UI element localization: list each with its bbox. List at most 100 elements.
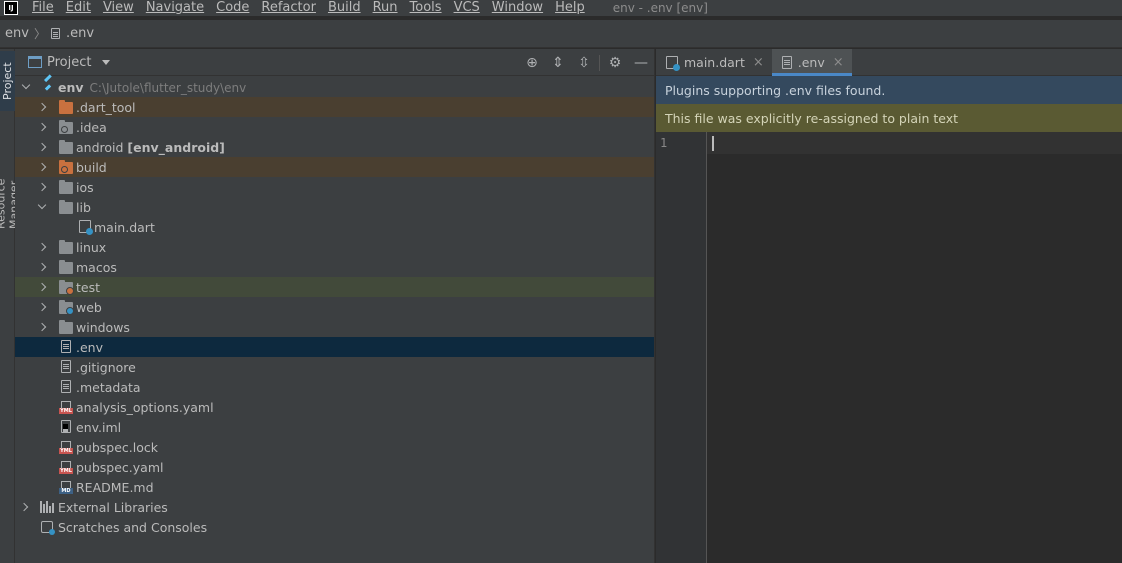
tree-folder-macos[interactable]: macos [15,257,654,277]
chevron-right-icon[interactable] [37,162,47,172]
tree-folder-build[interactable]: build [15,157,654,177]
tree-folder-android[interactable]: android [env_android] [15,137,654,157]
tree-folder-ios[interactable]: ios [15,177,654,197]
menu-window[interactable]: Window [492,1,543,15]
resource-manager-tool-button[interactable]: Resource Manager [0,129,21,229]
tree-item-label: pubspec.yaml [76,459,164,475]
tree-file-pubspec-lock[interactable]: YML pubspec.lock [15,437,654,457]
menu-run[interactable]: Run [373,1,398,15]
menu-tools[interactable]: Tools [410,1,442,15]
chevron-down-icon[interactable] [37,200,47,210]
tree-file-readme[interactable]: MD README.md [15,477,654,497]
chevron-right-icon[interactable] [37,302,47,312]
tree-item-label: build [76,159,107,175]
tree-item-label: web [76,299,102,315]
text-file-icon [61,380,71,393]
module-file-icon [61,420,71,433]
chevron-right-icon[interactable] [19,502,29,512]
project-panel: Project ⊕ ⇕ ⇳ ⚙ — env C:\Jutole\flutter_s… [15,49,655,563]
chevron-right-icon[interactable] [37,142,47,152]
tree-file-env[interactable]: .env [15,337,654,357]
project-tool-button[interactable]: Project [0,51,15,111]
yaml-file-icon: YML [59,441,73,454]
tree-file-metadata[interactable]: .metadata [15,377,654,397]
tree-external-libraries[interactable]: External Libraries [15,497,654,517]
menu-code[interactable]: Code [216,1,249,15]
menu-refactor[interactable]: Refactor [261,1,316,15]
tree-file-analysis-options[interactable]: YML analysis_options.yaml [15,397,654,417]
tree-item-label: ios [76,179,94,195]
intellij-logo-icon: IJ [0,0,22,16]
chevron-right-icon[interactable] [37,102,47,112]
tree-folder-lib[interactable]: lib [15,197,654,217]
tree-file-pubspec-yaml[interactable]: YML pubspec.yaml [15,457,654,477]
chevron-right-icon[interactable] [37,282,47,292]
breadcrumb-file[interactable]: .env [50,26,95,41]
plugin-suggestion-banner[interactable]: Plugins supporting .env files found. [656,76,1122,104]
excluded-folder-icon [59,160,73,174]
chevron-down-icon[interactable] [102,59,111,65]
tree-file-main-dart[interactable]: main.dart [15,217,654,237]
breadcrumb-file-label: .env [65,26,95,41]
tree-item-label: .dart_tool [76,99,136,115]
tree-scratches-consoles[interactable]: Scratches and Consoles [15,517,654,537]
menu-help[interactable]: Help [555,1,585,15]
plain-text-banner[interactable]: This file was explicitly re-assigned to … [656,104,1122,132]
tree-file-env-iml[interactable]: env.iml [15,417,654,437]
tab-main-dart[interactable]: main.dart × [656,49,772,75]
menu-build[interactable]: Build [328,1,361,15]
tree-item-label: .env [76,339,103,355]
tree-item-label: env.iml [76,419,122,435]
window-title: env - .env [env] [612,1,708,15]
code-editor[interactable]: 1 [656,132,1122,563]
gear-icon[interactable]: ⚙ [602,49,628,76]
web-folder-icon [59,300,74,315]
close-icon[interactable]: × [753,55,764,70]
locate-icon[interactable]: ⊕ [519,49,545,76]
yaml-file-icon: YML [59,401,73,414]
breadcrumb-root[interactable]: env [5,26,29,41]
expand-all-icon[interactable]: ⇕ [545,49,571,76]
tree-item-label: android [76,139,124,155]
line-number-gutter: 1 [656,132,707,563]
navigation-bar: env 〉 .env [0,20,1122,48]
menu-file[interactable]: File [32,1,54,15]
chevron-right-icon[interactable] [37,182,47,192]
menu-view[interactable]: View [103,1,134,15]
tree-root-env[interactable]: env C:\Jutole\flutter_study\env [15,77,654,97]
chevron-right-icon[interactable] [37,242,47,252]
tree-folder-dart-tool[interactable]: .dart_tool [15,97,654,117]
close-icon[interactable]: × [833,55,844,70]
tree-item-label: analysis_options.yaml [76,399,214,415]
module-folder-icon [59,180,73,194]
tree-item-label: External Libraries [58,499,168,515]
left-tool-strip: Project Resource Manager [0,49,21,563]
settings-folder-icon [59,120,73,134]
menu-navigate[interactable]: Navigate [146,1,204,15]
menu-vcs[interactable]: VCS [454,1,480,15]
libraries-icon [40,501,54,513]
chevron-right-icon[interactable] [37,122,47,132]
folder-icon [59,240,73,254]
text-file-icon [61,340,71,353]
minimize-icon[interactable]: — [628,49,654,76]
excluded-folder-icon [59,100,73,114]
chevron-down-icon[interactable] [21,80,31,90]
tree-folder-web[interactable]: web [15,297,654,317]
editor-area: main.dart × .env × Plugins supporting .e… [656,49,1122,563]
chevron-right-icon[interactable] [37,322,47,332]
collapse-all-icon[interactable]: ⇳ [571,49,597,76]
text-caret [712,136,714,151]
tree-folder-idea[interactable]: .idea [15,117,654,137]
tree-folder-test[interactable]: test [15,277,654,297]
editor-tabs: main.dart × .env × [656,49,1122,76]
tree-folder-windows[interactable]: windows [15,317,654,337]
tree-file-gitignore[interactable]: .gitignore [15,357,654,377]
tab-env[interactable]: .env × [771,49,852,76]
project-view-selector[interactable]: Project [47,55,91,70]
tree-item-label: pubspec.lock [76,439,159,455]
menu-edit[interactable]: Edit [66,1,91,15]
chevron-right-icon[interactable] [37,262,47,272]
module-name: [env_android] [127,139,225,155]
tree-folder-linux[interactable]: linux [15,237,654,257]
